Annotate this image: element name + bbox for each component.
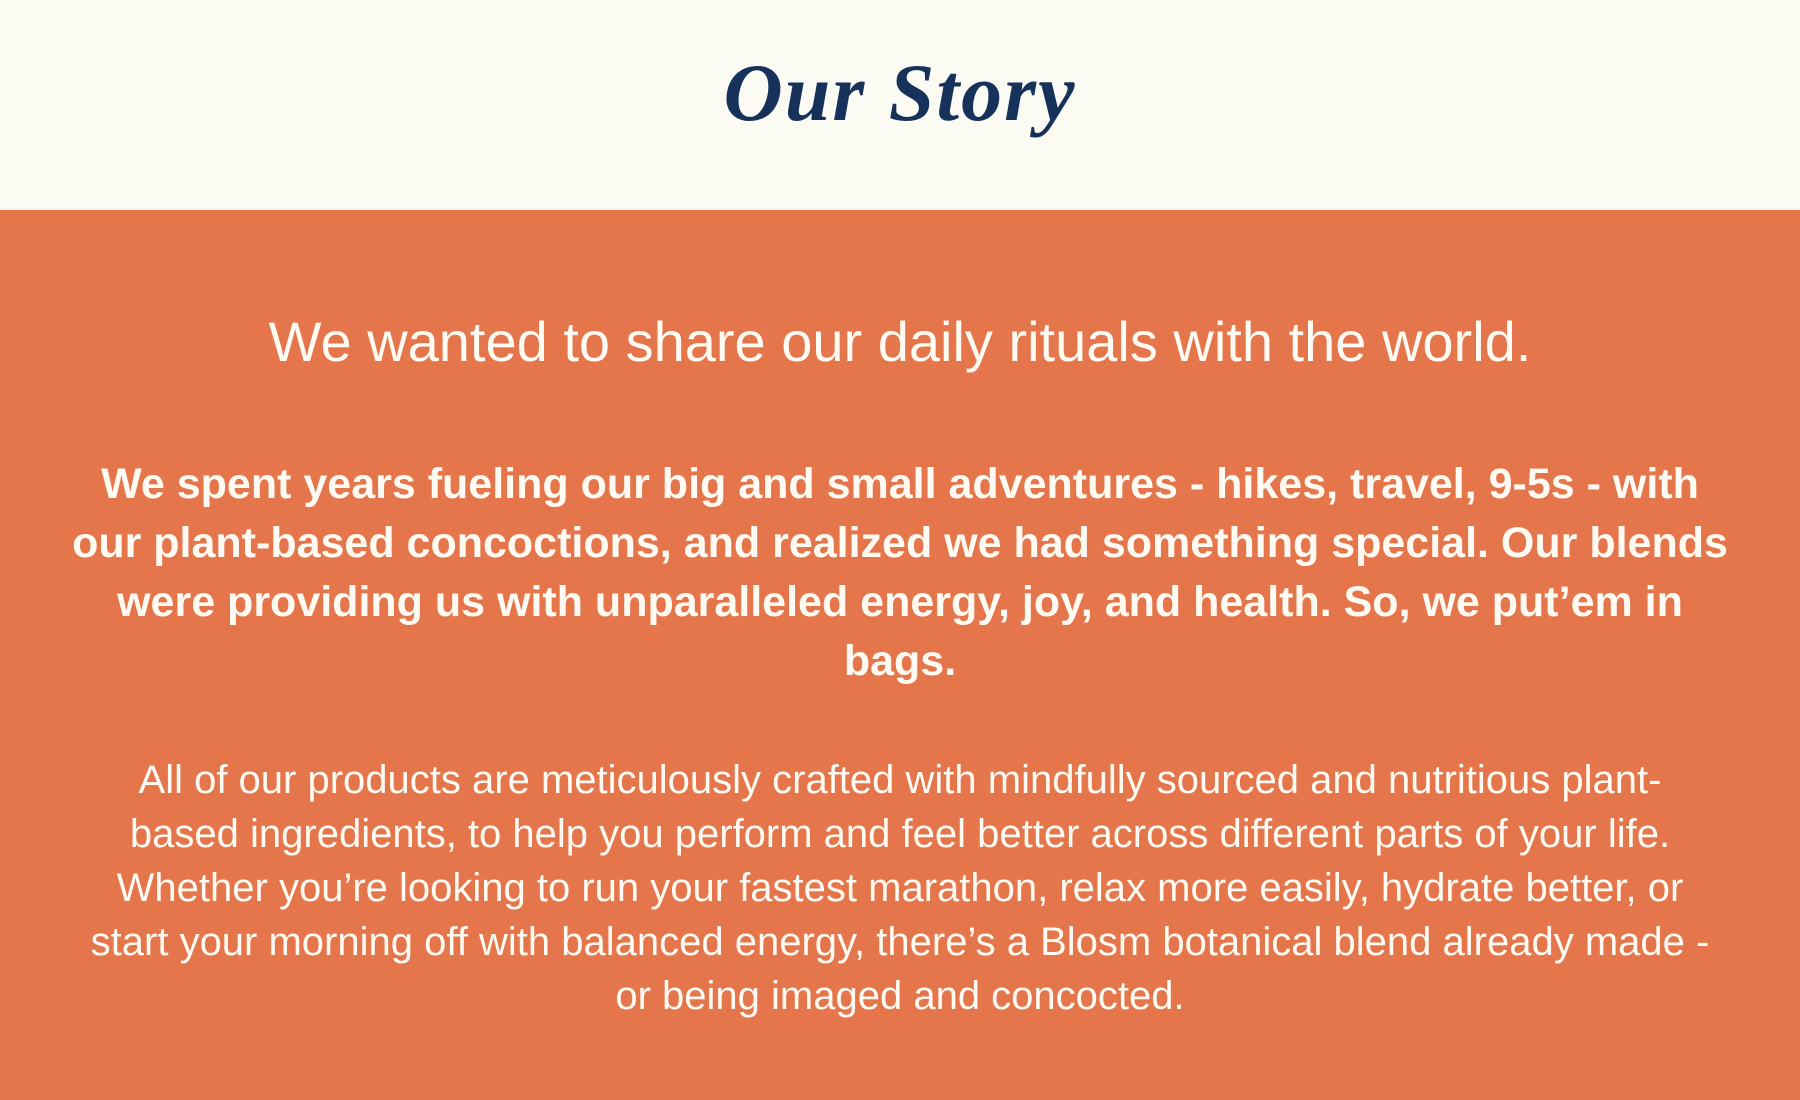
story-lead-paragraph: We spent years fueling our big and small… xyxy=(72,460,1728,686)
page-title: Our Story xyxy=(723,47,1077,138)
story-section: We wanted to share our daily rituals wit… xyxy=(0,210,1800,1100)
story-headline: We wanted to share our daily rituals wit… xyxy=(268,310,1532,373)
page-header: Our Story xyxy=(0,0,1800,210)
story-body-paragraph: All of our products are meticulously cra… xyxy=(90,758,1710,1019)
